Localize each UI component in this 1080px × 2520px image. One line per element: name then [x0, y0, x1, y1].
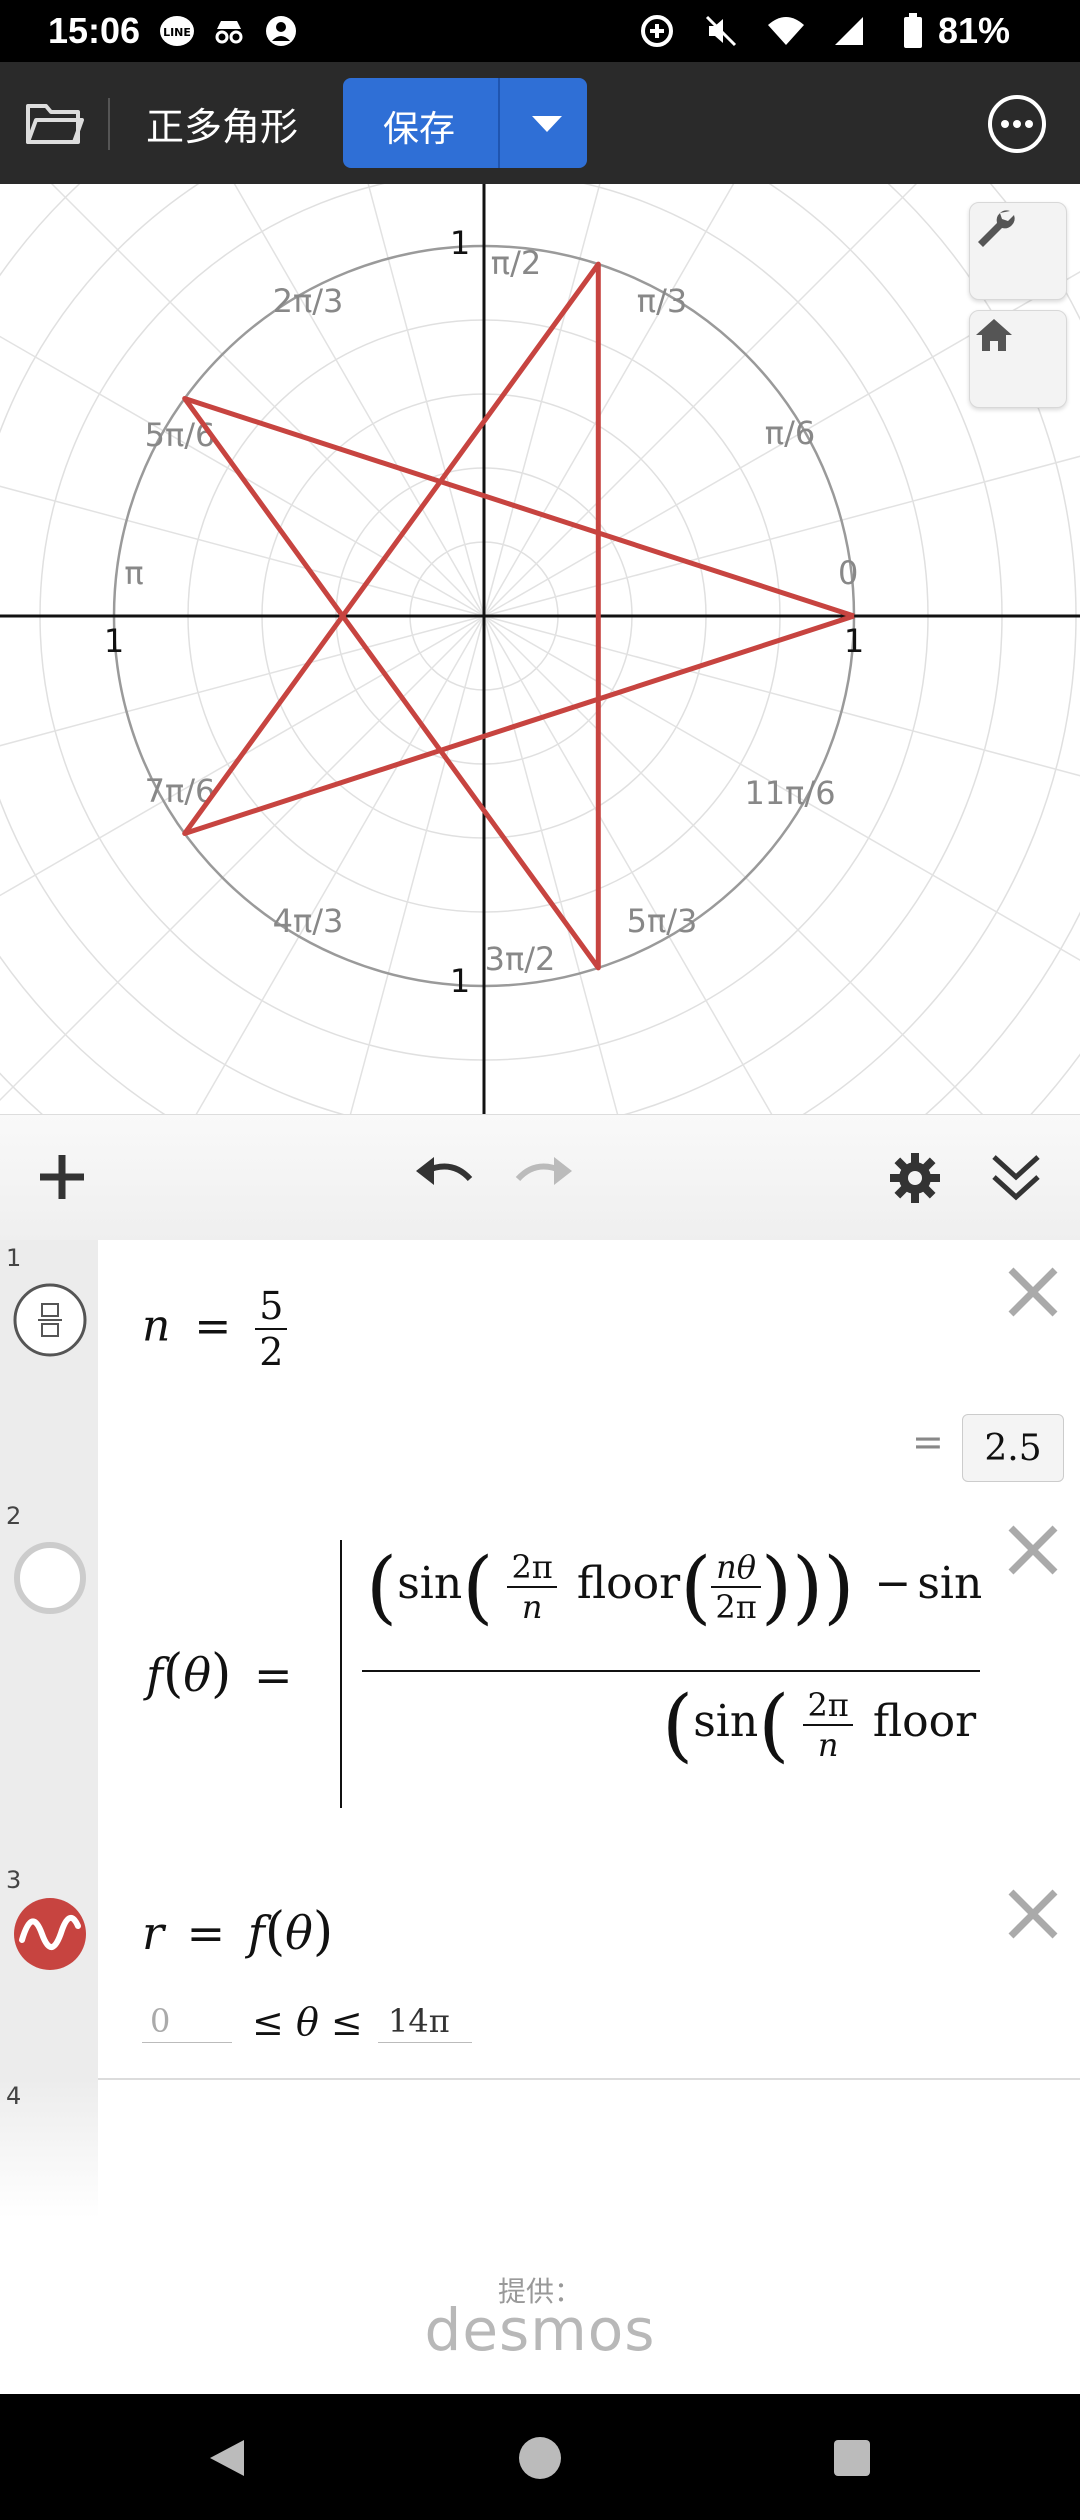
line-app-icon: LINE: [158, 12, 196, 50]
expression-index: 2: [6, 1502, 22, 1530]
angle-label: 5π/3: [627, 902, 698, 940]
angle-label: 0: [838, 554, 858, 592]
expression-row-3[interactable]: 3 r = f(θ) 0 ≤ θ ≤ 14π: [0, 1862, 1080, 2080]
axis-tick-label: 1: [450, 224, 470, 262]
axis-tick-label: 1: [450, 962, 470, 1000]
angle-label: π/6: [765, 414, 815, 452]
home-view-button[interactable]: [969, 310, 1067, 408]
expression-index: 3: [6, 1866, 22, 1894]
desmos-logo[interactable]: desmos: [0, 2296, 1080, 2364]
app-bar: 正多角形 保存: [0, 62, 1080, 184]
home-icon: [976, 319, 1012, 351]
status-bar: 15:06 LINE 81%: [0, 0, 1080, 62]
expression-row-2[interactable]: 2 f(θ) = (sin( 2πn floor(nθ2π))) −sin( (…: [0, 1498, 1080, 1864]
grid-ray: [0, 615, 485, 747]
wrench-icon: [978, 210, 1015, 247]
recents-button[interactable]: [832, 2438, 872, 2482]
incognito-icon: [210, 12, 248, 50]
expression-input[interactable]: n = 5 2: [142, 1284, 288, 1374]
grid-ray: [349, 615, 485, 1114]
evaluation-result: 2.5: [962, 1414, 1064, 1482]
close-icon: [1008, 1525, 1058, 1575]
gear-icon: [890, 1153, 940, 1203]
abs-bar: [340, 1540, 342, 1808]
more-icon: [988, 95, 1046, 153]
graph-color-toggle-icon[interactable]: [12, 1896, 88, 1976]
status-time: 15:06: [48, 10, 141, 51]
grid-ray: [483, 615, 619, 1114]
angle-label: 4π/3: [273, 902, 344, 940]
axis-tick-label: 1: [104, 622, 124, 660]
expression-row-1[interactable]: 1 n = 5 2 = 2.5: [0, 1240, 1080, 1500]
function-name: f(θ) =: [146, 1644, 293, 1704]
angle-label: π: [124, 554, 143, 592]
hidden-graph-toggle-icon[interactable]: [12, 1540, 88, 1620]
angle-label: 5π/6: [145, 416, 216, 454]
home-button[interactable]: [516, 2434, 564, 2486]
domain-max-input[interactable]: 14π: [378, 2002, 472, 2043]
recents-square-icon: [834, 2440, 870, 2476]
back-triangle-icon: [210, 2440, 244, 2476]
more-options-button[interactable]: [987, 94, 1047, 154]
domain-min-input[interactable]: 0: [142, 2002, 232, 2043]
close-icon: [1008, 1267, 1058, 1317]
redo-button[interactable]: [512, 1149, 576, 1205]
grid-ray: [195, 615, 485, 1114]
expression-denominator[interactable]: (sin( 2π n floor: [662, 1678, 982, 1804]
collapse-list-button[interactable]: [988, 1149, 1044, 1205]
graph-title[interactable]: 正多角形: [146, 96, 298, 151]
graph-paper[interactable]: 0 π/6 π/3 π/2 2π/3 5π/6 π 7π/6 4π/3 3π/2 5π/3 11π/6…: [0, 184, 1080, 1114]
undo-button[interactable]: [412, 1149, 476, 1205]
folder-icon: [26, 104, 84, 144]
close-icon: [1008, 1889, 1058, 1939]
plus-icon: [40, 1155, 84, 1199]
expression-toolbar: [0, 1114, 1080, 1242]
save-label: 保存: [383, 109, 456, 150]
graph-settings-button[interactable]: [969, 202, 1067, 300]
angle-label: 3π/2: [485, 940, 556, 978]
redo-icon: [515, 1157, 572, 1185]
add-item-button[interactable]: [36, 1151, 88, 1203]
save-button[interactable]: 保存: [343, 78, 587, 168]
delete-expression-button[interactable]: [1005, 1522, 1061, 1578]
axis-tick-label: 1: [844, 622, 864, 660]
angle-label: 11π/6: [744, 774, 835, 812]
grid-ray: [0, 615, 485, 1102]
expression-numerator[interactable]: (sin( 2πn floor(nθ2π))) −sin(: [366, 1540, 981, 1652]
battery-icon: [894, 12, 932, 50]
grid-ray: [0, 615, 485, 897]
svg-text:LINE: LINE: [163, 26, 191, 39]
battery-percent: 81%: [937, 10, 1010, 51]
system-nav-bar: [0, 2394, 1080, 2520]
account-status-icon: [262, 12, 300, 50]
double-chevron-down-icon: [992, 1155, 1040, 1201]
expression-index: 1: [6, 1244, 22, 1272]
dropdown-arrow-icon[interactable]: [532, 116, 562, 132]
delete-expression-button[interactable]: [1005, 1264, 1061, 1320]
grid-ray: [0, 485, 485, 617]
expression-index: 4: [6, 2082, 22, 2110]
undo-icon: [416, 1157, 473, 1185]
divider: [108, 98, 110, 150]
data-saver-icon: [638, 12, 676, 50]
open-graph-button[interactable]: [24, 96, 84, 150]
expression-input[interactable]: r = f(θ): [142, 1902, 333, 1962]
domain-inequality: ≤ θ ≤: [252, 2000, 363, 2044]
angle-label: π/3: [637, 282, 687, 320]
slider-toggle-icon[interactable]: [12, 1282, 88, 1362]
delete-expression-button[interactable]: [1005, 1886, 1061, 1942]
back-button[interactable]: [204, 2436, 248, 2484]
settings-button[interactable]: [888, 1151, 942, 1205]
home-circle-icon: [519, 2437, 561, 2479]
expression-row-4[interactable]: 4: [0, 2078, 1080, 2218]
signal-icon: [830, 12, 868, 50]
wifi-icon: [766, 12, 804, 50]
polar-graph[interactable]: 0π/6π/3π/22π/35π/6π7π/64π/33π/25π/311π/6…: [0, 184, 1080, 1114]
angle-label: 2π/3: [273, 282, 344, 320]
angle-label: π/2: [491, 244, 541, 282]
mute-icon: [702, 12, 740, 50]
fraction-bar: [362, 1670, 980, 1672]
